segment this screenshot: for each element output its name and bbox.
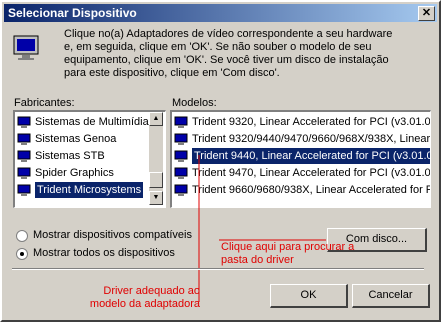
- display-adapter-icon: [17, 184, 31, 197]
- display-adapter-icon: [174, 133, 188, 146]
- model-item[interactable]: Trident 9470, Linear Accelerated for PCI…: [174, 165, 431, 181]
- manufacturers-scrollbar[interactable]: ▲ ▼: [149, 112, 163, 205]
- manufacturer-label: Sistemas STB: [35, 150, 105, 163]
- manufacturer-label: Sistemas Genoa: [35, 133, 117, 146]
- scroll-down-icon[interactable]: ▼: [149, 191, 163, 205]
- title-bar: Selecionar Dispositivo ✕: [4, 4, 437, 22]
- model-label: Trident 9320, Linear Accelerated for PCI…: [192, 116, 431, 129]
- model-item-selected[interactable]: Trident 9440, Linear Accelerated for PCI…: [174, 148, 430, 165]
- ok-button[interactable]: OK: [270, 284, 348, 308]
- manufacturer-item[interactable]: Sistemas Genoa: [17, 131, 116, 147]
- radio-selected-dot: [20, 252, 24, 256]
- cancel-button[interactable]: Cancelar: [352, 284, 430, 308]
- display-adapter-icon: [17, 167, 31, 180]
- model-label: Trident 9320/9440/9470/9660/968X/938X, L…: [192, 133, 431, 146]
- display-adapter-icon: [174, 184, 188, 197]
- manufacturer-label: Spider Graphics: [35, 167, 114, 180]
- close-button[interactable]: ✕: [418, 6, 435, 21]
- manufacturer-label: Sistemas de Multimídia: [35, 116, 149, 129]
- scroll-up-icon[interactable]: ▲: [149, 112, 163, 126]
- separator: [12, 268, 424, 270]
- manufacturer-item[interactable]: Sistemas STB: [17, 148, 105, 164]
- manufacturer-label: Trident Microsystems: [35, 182, 144, 199]
- display-adapter-icon: [174, 116, 188, 129]
- display-adapter-icon: [17, 150, 31, 163]
- show-compatible-label: Mostrar dispositivos compatíveis: [33, 229, 192, 241]
- display-adapter-icon: [174, 167, 188, 180]
- show-all-radio[interactable]: [16, 248, 28, 260]
- model-item[interactable]: Trident 9320, Linear Accelerated for PCI…: [174, 114, 431, 130]
- model-label: Trident 9470, Linear Accelerated for PCI…: [192, 167, 431, 180]
- manufacturers-list[interactable]: Sistemas de Multimídia Sistemas Genoa Si…: [13, 110, 166, 208]
- models-label: Modelos:: [172, 97, 217, 109]
- manufacturer-item[interactable]: Spider Graphics: [17, 165, 114, 181]
- manufacturers-label: Fabricantes:: [14, 97, 75, 109]
- display-adapter-icon: [17, 116, 31, 129]
- instruction-text: Clique no(a) Adaptadores de vídeo corres…: [64, 28, 393, 79]
- model-item[interactable]: Trident 9320/9440/9470/9660/968X/938X, L…: [174, 131, 430, 147]
- manufacturer-item[interactable]: Sistemas de Multimídia: [17, 114, 149, 130]
- model-label: Trident 9660/9680/938X, Linear Accelerat…: [192, 184, 431, 197]
- manufacturer-item-selected[interactable]: Trident Microsystems: [17, 182, 144, 199]
- monitor-icon: [13, 35, 39, 60]
- display-adapter-icon: [174, 150, 188, 163]
- driver-annotation: Driver adequado ao modelo da adaptadora: [89, 285, 200, 310]
- scroll-thumb[interactable]: [149, 172, 163, 188]
- show-all-label: Mostrar todos os dispositivos: [33, 247, 175, 259]
- model-item[interactable]: Trident 9660/9680/938X, Linear Accelerat…: [174, 182, 431, 198]
- display-adapter-icon: [17, 133, 31, 146]
- models-list[interactable]: Trident 9320, Linear Accelerated for PCI…: [170, 110, 431, 208]
- have-disk-annotation: Clique aqui para procurar a pasta do dri…: [221, 241, 355, 266]
- show-compatible-radio[interactable]: [16, 230, 28, 242]
- window-title: Selecionar Dispositivo: [8, 6, 137, 20]
- model-label: Trident 9440, Linear Accelerated for PCI…: [192, 148, 430, 165]
